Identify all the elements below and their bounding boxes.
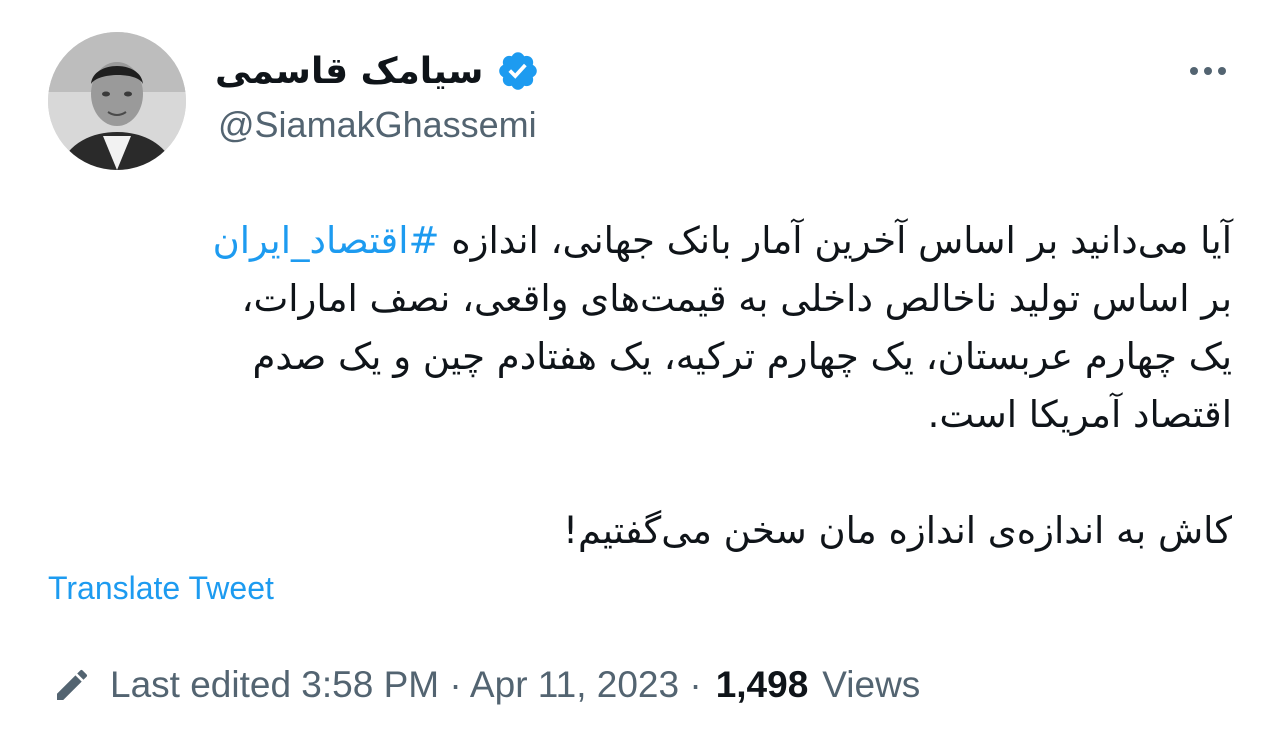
- tweet-line-1-text: آیا می‌دانید بر اساس آخرین آمار بانک جها…: [439, 219, 1232, 262]
- author-name-row: سیامک قاسمی: [215, 48, 541, 94]
- more-options-button[interactable]: [1180, 54, 1236, 88]
- more-horizontal-icon: [1190, 67, 1198, 75]
- more-icon-dot: [1218, 67, 1226, 75]
- last-edited-link[interactable]: Last edited 3:58 PM · Apr 11, 2023 ·: [110, 664, 702, 706]
- views-count: 1,498: [715, 664, 809, 705]
- author-display-name[interactable]: سیامک قاسمی: [215, 51, 483, 92]
- tweet-line-2: بر اساس تولید ناخالص داخلی به قیمت‌های و…: [241, 277, 1233, 320]
- views-label: Views: [822, 664, 921, 705]
- tweet-line-4: اقتصاد آمریکا است.: [927, 393, 1232, 436]
- author-handle[interactable]: @SiamakGhassemi: [218, 104, 537, 146]
- translate-tweet-link[interactable]: Translate Tweet: [48, 570, 274, 607]
- tweet-line-3: یک چهارم عربستان، یک چهارم ترکیه، یک هفت…: [252, 335, 1232, 378]
- tweet-line-1: آیا می‌دانید بر اساس آخرین آمار بانک جها…: [40, 212, 1232, 270]
- avatar[interactable]: [48, 32, 186, 170]
- tweet-text: آیا می‌دانید بر اساس آخرین آمار بانک جها…: [40, 212, 1232, 560]
- tweet-line-5: کاش به اندازه‌ی اندازه مان سخن می‌گفتیم!: [563, 509, 1232, 552]
- tweet-meta: Last edited 3:58 PM · Apr 11, 2023 · 1,4…: [48, 660, 920, 710]
- more-icon-dot: [1204, 67, 1212, 75]
- verified-badge-icon: [495, 48, 541, 94]
- pencil-icon: [48, 661, 96, 709]
- hashtag-link[interactable]: #اقتصاد_ایران: [213, 219, 440, 262]
